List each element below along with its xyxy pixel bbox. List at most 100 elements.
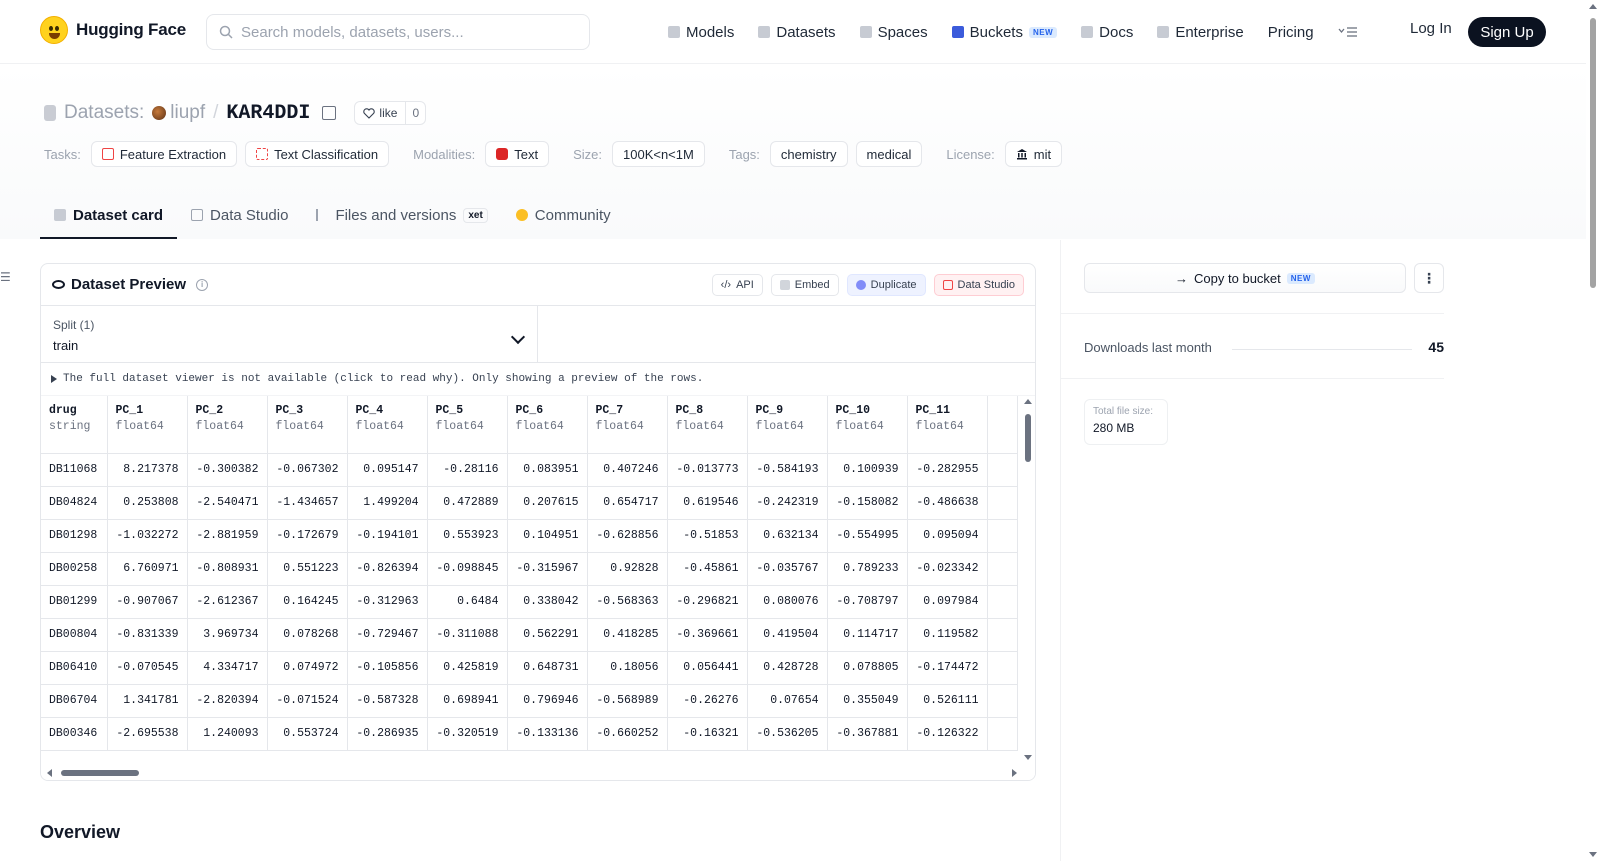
sidebar-toggle-icon[interactable]: ☰ (0, 270, 11, 284)
table-row[interactable]: DB00346 -2.695538 1.240093 0.553724 -0.28693… (41, 717, 1018, 751)
nav-models-label: Models (686, 23, 735, 41)
column-header-pc-5[interactable]: PC_5 float64 (427, 396, 508, 454)
nav-models[interactable]: Models (668, 16, 734, 48)
column-name: PC_1 (115, 404, 144, 417)
brand-logo[interactable]: Hugging Face (40, 16, 186, 44)
table-horizontal-scrollbar[interactable] (41, 766, 1035, 780)
column-header-pc-2[interactable]: PC_2 float64 (187, 396, 268, 454)
breadcrumb-owner[interactable]: liupf (152, 102, 205, 124)
duplicate-button[interactable]: Duplicate (846, 273, 926, 296)
table-cell: 1.240093 (187, 717, 268, 751)
table-row[interactable]: DB01298 -1.032272 -2.881959 -0.172679 -0.194… (41, 519, 1018, 553)
column-header-pc-4[interactable]: PC_4 float64 (347, 396, 428, 454)
downloads-count: 45 (1428, 339, 1444, 355)
table-cell: -0.568363 (587, 585, 668, 619)
data-studio-button[interactable]: Data Studio (933, 273, 1024, 296)
like-count: 0 (405, 102, 425, 124)
column-header-pc-7[interactable]: PC_7 float64 (587, 396, 668, 454)
tag-size[interactable]: 100K<n<1M (612, 141, 705, 167)
nav-buckets[interactable]: Buckets NEW (951, 16, 1058, 48)
column-header-drug[interactable]: drug string (41, 396, 108, 454)
tab-dataset-card[interactable]: Dataset card (40, 193, 178, 239)
tab-files-and-versions[interactable]: Files and versions xet (302, 193, 501, 239)
nav-pricing[interactable]: Pricing (1268, 16, 1314, 48)
column-header-pc-11[interactable]: PC_11 float64 (907, 396, 988, 454)
login-link[interactable]: Log In (1410, 20, 1452, 37)
column-header-pc-3[interactable]: PC_3 float64 (267, 396, 348, 454)
text-modality-icon (496, 148, 509, 160)
table-cell-truncated (987, 486, 1018, 520)
tag-chemistry[interactable]: chemistry (769, 141, 848, 167)
like-button[interactable]: like 0 (354, 101, 427, 125)
nav-enterprise[interactable]: Enterprise (1157, 16, 1244, 48)
column-header-pc-1[interactable]: PC_1 float64 (107, 396, 188, 454)
table-cell: -0.070545 (107, 651, 188, 685)
column-header-pc-9[interactable]: PC_9 float64 (747, 396, 828, 454)
table-row[interactable]: DB06410 -0.070545 4.334717 0.074972 -0.10585… (41, 651, 1018, 685)
nav-spaces[interactable]: Spaces (859, 16, 928, 48)
duplicate-icon (855, 279, 866, 290)
repo-name[interactable]: KAR4DDI (226, 102, 310, 125)
table-row[interactable]: DB00804 -0.831339 3.969734 0.078268 -0.72946… (41, 618, 1018, 652)
tag-license[interactable]: mit (1004, 141, 1063, 167)
breadcrumb-separator: / (213, 102, 219, 123)
table-cell: 0.526111 (907, 684, 988, 718)
table-row[interactable]: DB06704 1.341781 -2.820394 -0.071524 -0.5873… (41, 684, 1018, 718)
nav-docs[interactable]: Docs (1081, 16, 1133, 48)
column-header-pc-6[interactable]: PC_6 float64 (507, 396, 588, 454)
tag-text-classification[interactable]: Text Classification (245, 141, 390, 167)
tab-community[interactable]: Community (502, 193, 625, 239)
column-header-pc-10[interactable]: PC_10 float64 (827, 396, 908, 454)
search-input[interactable] (241, 23, 571, 41)
table-cell: 0.698941 (427, 684, 508, 718)
copy-to-bucket-button[interactable]: → Copy to bucket NEW (1084, 263, 1406, 293)
table-row[interactable]: DB11068 8.217378 -0.300382 -0.067302 0.09514… (41, 453, 1018, 487)
info-icon[interactable]: i (196, 278, 209, 291)
repo-tabs: Dataset card Data Studio Files and versi… (40, 193, 625, 239)
sidebar-divider (1060, 313, 1444, 314)
nav-datasets[interactable]: Datasets (758, 16, 836, 48)
preview-table-container[interactable]: drug string PC_1 float64 PC_2 float64 PC_3 floa… (41, 395, 1035, 762)
table-cell: 0.654717 (587, 486, 668, 520)
table-cell: 0.078805 (827, 651, 908, 685)
api-button[interactable]: ‹/› API (711, 273, 763, 296)
table-icon (191, 209, 204, 221)
table-row[interactable]: DB00258 6.760971 -0.808931 0.551223 -0.82639… (41, 552, 1018, 586)
file-size-label: Total file size: (1093, 406, 1154, 417)
page-scrollbar[interactable] (1586, 0, 1600, 861)
column-header-pc-8[interactable]: PC_8 float64 (667, 396, 748, 454)
table-vertical-scrollbar[interactable] (1021, 396, 1035, 762)
table-cell: DB01298 (41, 519, 108, 553)
nav-datasets-label: Datasets (776, 23, 836, 41)
search-box[interactable] (206, 14, 590, 50)
copy-icon[interactable] (322, 106, 337, 120)
table-cell: -0.312963 (347, 585, 428, 619)
table-row[interactable]: DB04824 0.253808 -2.540471 -1.434657 1.49920… (41, 486, 1018, 520)
embed-label: Embed (794, 278, 830, 291)
table-cell: 0.632134 (747, 519, 828, 553)
breadcrumb-section[interactable]: Datasets: (64, 102, 144, 124)
split-select[interactable]: Split (1) train (41, 306, 538, 362)
arrow-right-icon: → (1175, 270, 1189, 286)
signup-button[interactable]: Sign Up (1468, 17, 1546, 47)
column-header-truncated (987, 396, 1018, 454)
table-cell: 0.619546 (667, 486, 748, 520)
search-icon (219, 25, 233, 39)
downloads-label: Downloads last month (1084, 340, 1212, 355)
embed-button[interactable]: Embed (770, 273, 839, 296)
viewer-notice[interactable]: The full dataset viewer is not available… (41, 363, 1035, 395)
table-row[interactable]: DB01299 -0.907067 -2.612367 0.164245 -0.3129… (41, 585, 1018, 619)
more-options-icon[interactable]: ⋮ (1414, 263, 1444, 293)
table-cell: -0.486638 (907, 486, 988, 520)
license-key: License: (946, 146, 995, 162)
tag-medical[interactable]: medical (855, 141, 923, 167)
column-type: float64 (595, 420, 644, 433)
tab-data-studio[interactable]: Data Studio (177, 193, 302, 239)
tag-feature-extraction[interactable]: Feature Extraction (90, 141, 238, 167)
table-cell: 0.407246 (587, 453, 668, 487)
table-cell: DB06410 (41, 651, 108, 685)
nav-more-menu[interactable] (1338, 16, 1358, 48)
table-cell: 0.789233 (827, 552, 908, 586)
tag-text-modality[interactable]: Text (485, 141, 550, 167)
split-value: train (53, 338, 79, 353)
